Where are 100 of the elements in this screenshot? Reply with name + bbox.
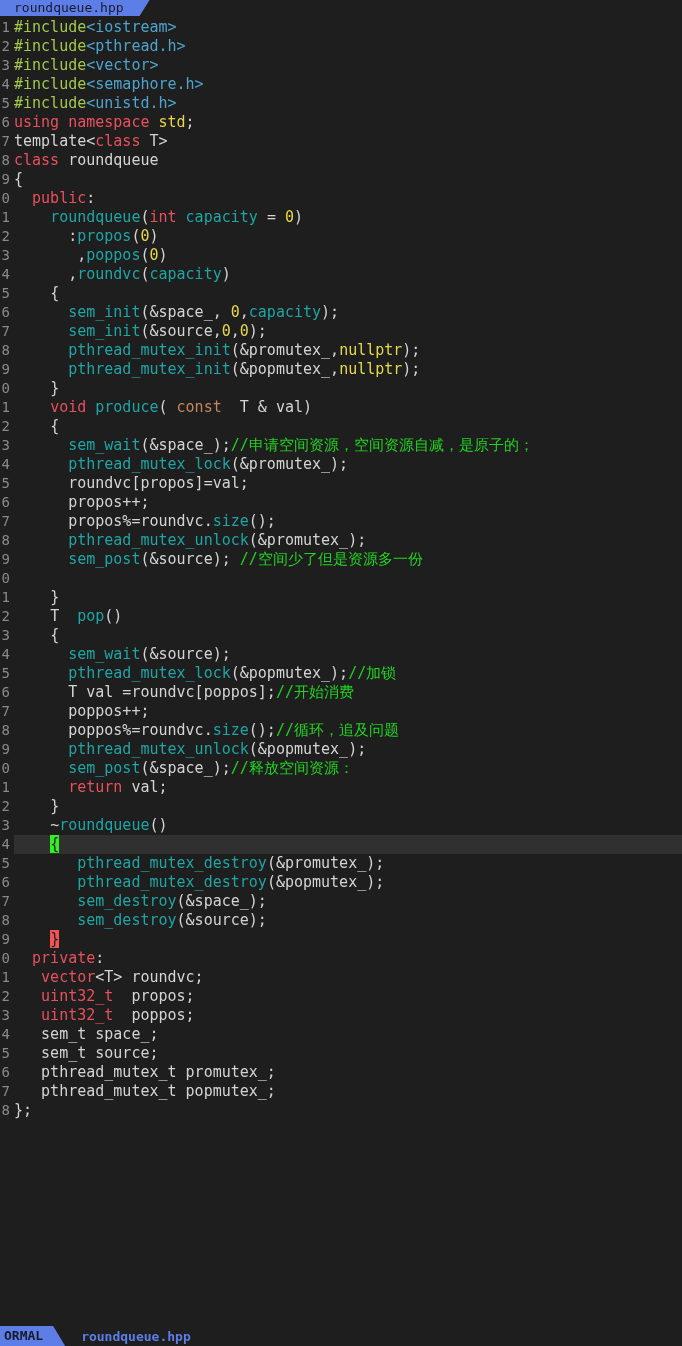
line-number: 9 — [0, 360, 10, 379]
file-tab[interactable]: roundqueue.hpp — [0, 0, 150, 16]
line-number: 6 — [0, 1063, 10, 1082]
code-line: sem_post(&source); //空间少了但是资源多一份 — [67, 550, 424, 569]
line-number: 7 — [0, 132, 10, 151]
code-line: poppos%=roundvc.size();//循环，追及问题 — [67, 721, 400, 740]
code-line: propos%=roundvc.size(); — [67, 512, 277, 531]
code-line: private: — [31, 949, 106, 968]
line-number: 5 — [0, 94, 10, 113]
code-line: uint32_t propos; — [40, 987, 196, 1006]
line-number: 0 — [0, 379, 10, 398]
code-line: void produce( const T & val) — [49, 398, 314, 417]
line-number: 7 — [0, 1082, 10, 1101]
code-line: return val; — [67, 778, 169, 797]
code-line: { — [14, 170, 25, 189]
line-number: 2 — [0, 37, 10, 56]
line-number: 5 — [0, 474, 10, 493]
code-line: pthread_mutex_init(&promutex_,nullptr); — [67, 341, 422, 360]
code-line: } — [49, 797, 61, 816]
code-line: ,poppos(0) — [76, 246, 169, 265]
code-line: #include<semaphore.h> — [14, 75, 205, 94]
line-number: 4 — [0, 835, 10, 854]
code-line: vector<T> roundvc; — [40, 968, 205, 987]
code-line: #include<unistd.h> — [14, 94, 178, 113]
line-number: 4 — [0, 75, 10, 94]
line-number: 3 — [0, 436, 10, 455]
line-number: 6 — [0, 113, 10, 132]
code-line: sem_destroy(&space_); — [76, 892, 268, 911]
line-number: 4 — [0, 645, 10, 664]
code-line: pthread_mutex_unlock(&promutex_); — [67, 531, 368, 550]
code-line: pthread_mutex_t popmutex_; — [40, 1082, 277, 1101]
line-number: 3 — [0, 1006, 10, 1025]
code-line: :propos(0) — [67, 227, 160, 246]
code-line: pthread_mutex_unlock(&popmutex_); — [67, 740, 368, 759]
line-number: 4 — [0, 455, 10, 474]
line-number: 8 — [0, 531, 10, 550]
line-number: 9 — [0, 170, 10, 189]
line-number: 5 — [0, 664, 10, 683]
line-number: 7 — [0, 512, 10, 531]
code-line: template<class T> — [14, 132, 169, 151]
line-number: 9 — [0, 930, 10, 949]
line-number: 3 — [0, 626, 10, 645]
code-line: uint32_t poppos; — [40, 1006, 196, 1025]
line-number: 1 — [0, 968, 10, 987]
code-line: #include<iostream> — [14, 18, 178, 37]
line-number: 7 — [0, 702, 10, 721]
code-line: sem_init(&space_, 0,capacity); — [67, 303, 341, 322]
line-number: 0 — [0, 949, 10, 968]
line-number: 5 — [0, 1044, 10, 1063]
code-line: sem_t source; — [40, 1044, 160, 1063]
line-number: 2 — [0, 607, 10, 626]
line-number: 0 — [0, 759, 10, 778]
code-line: T val =roundvc[poppos];//开始消费 — [67, 683, 355, 702]
line-number: 1 — [0, 18, 10, 37]
status-filename: roundqueue.hpp — [81, 1328, 191, 1344]
line-number: 9 — [0, 740, 10, 759]
line-number: 3 — [0, 816, 10, 835]
code-line: ~roundqueue() — [49, 816, 169, 835]
line-number: 1 — [0, 398, 10, 417]
code-line: sem_t space_; — [40, 1025, 160, 1044]
line-number: 8 — [0, 341, 10, 360]
line-number: 1 — [0, 588, 10, 607]
line-number: 2 — [0, 227, 10, 246]
line-number: 6 — [0, 683, 10, 702]
code-line: roundqueue(int capacity = 0) — [49, 208, 304, 227]
code-line: { — [49, 284, 61, 303]
code-line: sem_wait(&source); — [67, 645, 232, 664]
code-line: propos++; — [67, 493, 151, 512]
code-line: ,roundvc(capacity) — [67, 265, 232, 284]
code-line: sem_destroy(&source); — [76, 911, 268, 930]
code-line: #include<vector> — [14, 56, 160, 75]
code-line: T pop() — [49, 607, 124, 626]
code-line: } — [49, 379, 61, 398]
code-line: } — [49, 588, 61, 607]
line-number: 7 — [0, 322, 10, 341]
line-number: 6 — [0, 873, 10, 892]
code-line: pthread_mutex_lock(&popmutex_);//加锁 — [67, 664, 398, 683]
code-line: pthread_mutex_lock(&promutex_); — [67, 455, 350, 474]
line-number: 6 — [0, 493, 10, 512]
line-number: 1 — [0, 778, 10, 797]
code-line: class roundqueue — [14, 151, 160, 170]
code-line: poppos++; — [67, 702, 151, 721]
line-number: 8 — [0, 151, 10, 170]
code-line: using namespace std; — [14, 113, 196, 132]
line-number: 8 — [0, 721, 10, 740]
code-line: sem_wait(&space_);//申请空间资源，空间资源自减，是原子的； — [67, 436, 535, 455]
code-line: pthread_mutex_init(&popmutex_,nullptr); — [67, 360, 422, 379]
line-number: 1 — [0, 208, 10, 227]
text-cursor: { — [50, 835, 60, 853]
line-number: 7 — [0, 892, 10, 911]
line-number: 4 — [0, 1025, 10, 1044]
line-number: 0 — [0, 189, 10, 208]
line-number: 2 — [0, 987, 10, 1006]
code-line: public: — [31, 189, 97, 208]
line-number: 8 — [0, 911, 10, 930]
code-line: { — [49, 417, 61, 436]
code-line: pthread_mutex_t promutex_; — [40, 1063, 277, 1082]
line-number: 6 — [0, 303, 10, 322]
line-number: 9 — [0, 550, 10, 569]
code-line: }; — [14, 1101, 34, 1120]
